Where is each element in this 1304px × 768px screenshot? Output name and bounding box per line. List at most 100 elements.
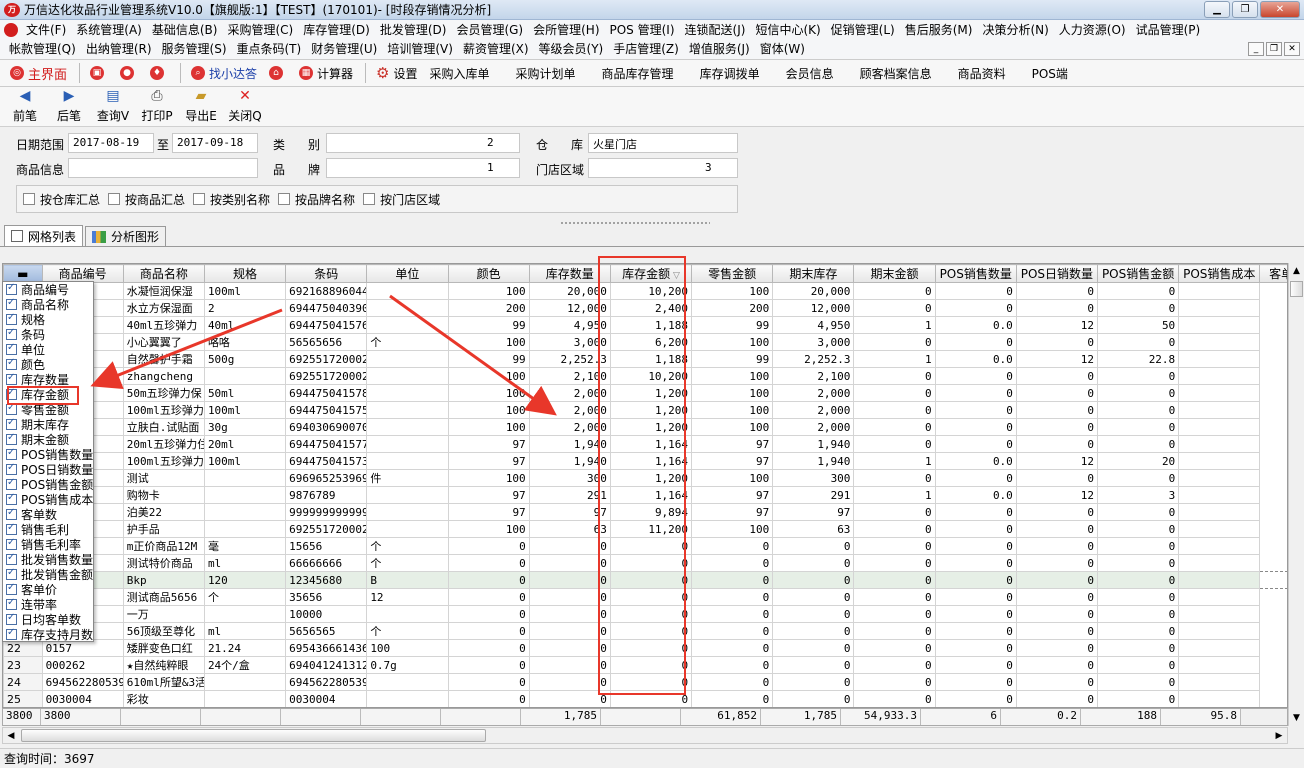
- export-button[interactable]: ▰ 导出E: [184, 88, 218, 124]
- table-cell[interactable]: 500g: [203, 350, 287, 368]
- table-cell[interactable]: 0: [691, 605, 774, 623]
- table-cell[interactable]: 0.0: [934, 316, 1017, 334]
- tab-grid-list[interactable]: 网格列表: [4, 225, 84, 246]
- table-cell[interactable]: [366, 401, 449, 419]
- table-cell[interactable]: 彩妆: [122, 690, 205, 707]
- table-cell[interactable]: 0: [1015, 520, 1099, 538]
- table-cell[interactable]: 20ml五珍弹力住: [122, 435, 205, 453]
- table-cell[interactable]: 000262: [41, 656, 124, 674]
- table-cell[interactable]: 0: [447, 622, 530, 640]
- table-cell[interactable]: 4,950: [528, 316, 611, 334]
- table-cell[interactable]: 0: [528, 622, 611, 640]
- checkbox-checked-icon[interactable]: [6, 327, 17, 340]
- table-cell[interactable]: 0: [691, 622, 774, 640]
- table-cell[interactable]: 0: [934, 673, 1017, 691]
- table-cell[interactable]: 6944750415780: [285, 384, 368, 402]
- table-cell[interactable]: 100ml五珍弹力: [122, 452, 205, 470]
- table-cell[interactable]: 0: [609, 639, 693, 657]
- mdi-minimize-button[interactable]: _: [1248, 42, 1264, 56]
- table-cell[interactable]: 0: [528, 673, 611, 691]
- table-cell[interactable]: 100: [447, 418, 530, 436]
- table-cell[interactable]: 2: [203, 299, 287, 317]
- table-cell[interactable]: 99: [691, 316, 774, 334]
- table-cell[interactable]: 20,000: [772, 282, 855, 300]
- group-by-checkbox[interactable]: 按门店区域: [363, 191, 440, 208]
- table-cell[interactable]: 0: [1015, 537, 1099, 555]
- checkbox-checked-icon[interactable]: [6, 537, 17, 550]
- table-cell[interactable]: 0.7g: [366, 656, 449, 674]
- table-cell[interactable]: 100: [691, 469, 774, 487]
- table-cell[interactable]: 0: [934, 605, 1017, 623]
- table-cell[interactable]: 97: [528, 503, 611, 521]
- table-cell[interactable]: 0: [853, 571, 936, 589]
- table-cell[interactable]: 测试商品5656: [122, 588, 205, 606]
- column-picker-item[interactable]: 客单价: [3, 582, 93, 597]
- table-cell[interactable]: 0: [772, 639, 855, 657]
- table-cell[interactable]: 0: [1096, 435, 1180, 453]
- menu-item[interactable]: 培训管理(V): [382, 40, 458, 57]
- checkbox-checked-icon[interactable]: [6, 627, 17, 640]
- table-cell[interactable]: 一万: [122, 605, 205, 623]
- table-cell[interactable]: 购物卡: [122, 486, 205, 504]
- table-cell[interactable]: 0: [934, 639, 1017, 657]
- table-cell[interactable]: 291: [528, 486, 611, 504]
- table-cell[interactable]: 5656565: [285, 622, 368, 640]
- table-row[interactable]: m正价商品12M 毫 15656 个 0 0 0 0 0 0 0 0 0: [3, 537, 1288, 555]
- goods-info-input[interactable]: [68, 158, 258, 178]
- table-cell[interactable]: 0: [1015, 401, 1099, 419]
- table-cell[interactable]: 1: [853, 350, 936, 368]
- table-cell[interactable]: 6944750403909: [285, 299, 368, 317]
- table-cell[interactable]: 12345680: [285, 571, 368, 589]
- table-cell[interactable]: ★自然纯粹眼: [122, 656, 205, 674]
- quick-link[interactable]: 顾客档案信息: [860, 65, 932, 82]
- table-cell[interactable]: ml: [203, 554, 287, 572]
- table-cell[interactable]: 12: [1015, 486, 1099, 504]
- checkbox-checked-icon[interactable]: [6, 282, 17, 295]
- table-cell[interactable]: 0: [691, 690, 774, 707]
- table-cell[interactable]: 50m五珍弹力保: [122, 384, 205, 402]
- table-cell[interactable]: 63: [528, 520, 611, 538]
- checkbox-checked-icon[interactable]: [6, 462, 17, 475]
- checkbox-checked-icon[interactable]: [6, 477, 17, 490]
- column-header[interactable]: 条码: [285, 264, 368, 283]
- table-cell[interactable]: [366, 418, 449, 436]
- table-cell[interactable]: 0: [934, 435, 1017, 453]
- table-cell[interactable]: 100: [447, 520, 530, 538]
- table-cell[interactable]: 0: [853, 605, 936, 623]
- table-cell[interactable]: [366, 673, 449, 691]
- table-cell[interactable]: 25: [3, 690, 43, 707]
- table-row[interactable]: 一万 10000 0 0 0 0 0 0 0 0 0: [3, 605, 1288, 623]
- brand-input[interactable]: 1: [326, 158, 520, 178]
- table-cell[interactable]: 0: [934, 622, 1017, 640]
- checkbox-icon[interactable]: [108, 193, 121, 205]
- table-cell[interactable]: 0: [447, 537, 530, 555]
- table-cell[interactable]: 0: [853, 520, 936, 538]
- table-cell[interactable]: [203, 503, 287, 521]
- table-cell[interactable]: 40ml: [203, 316, 287, 334]
- scroll-right-icon[interactable]: ▶: [1271, 728, 1287, 743]
- table-cell[interactable]: 100: [447, 469, 530, 487]
- table-cell[interactable]: 1,200: [609, 384, 693, 402]
- column-header[interactable]: 单位: [366, 264, 449, 283]
- splitter[interactable]: [0, 219, 1304, 227]
- table-cell[interactable]: [366, 316, 449, 334]
- table-cell[interactable]: 0: [1015, 673, 1099, 691]
- table-cell[interactable]: 0: [1015, 333, 1099, 351]
- scroll-left-icon[interactable]: ◀: [3, 728, 19, 743]
- table-cell[interactable]: 35656: [285, 588, 368, 606]
- table-cell[interactable]: 毫: [203, 537, 287, 555]
- table-cell[interactable]: ml: [203, 622, 287, 640]
- table-cell[interactable]: 2,000: [772, 401, 855, 419]
- table-cell[interactable]: 0: [528, 639, 611, 657]
- table-cell[interactable]: 0: [1015, 435, 1099, 453]
- table-cell[interactable]: 2,000: [528, 384, 611, 402]
- column-header[interactable]: 商品名称: [122, 264, 205, 283]
- table-cell[interactable]: [366, 350, 449, 368]
- vertical-scroll-thumb[interactable]: [1290, 281, 1303, 297]
- checkbox-checked-icon[interactable]: [6, 507, 17, 520]
- table-cell[interactable]: 2,000: [528, 401, 611, 419]
- table-cell[interactable]: 0: [1096, 333, 1180, 351]
- table-cell[interactable]: 0: [772, 673, 855, 691]
- table-row[interactable]: 100ml五珍弹力 100ml 6944750415735 97 1,940 1,164 9…: [3, 452, 1288, 470]
- table-cell[interactable]: 200: [691, 299, 774, 317]
